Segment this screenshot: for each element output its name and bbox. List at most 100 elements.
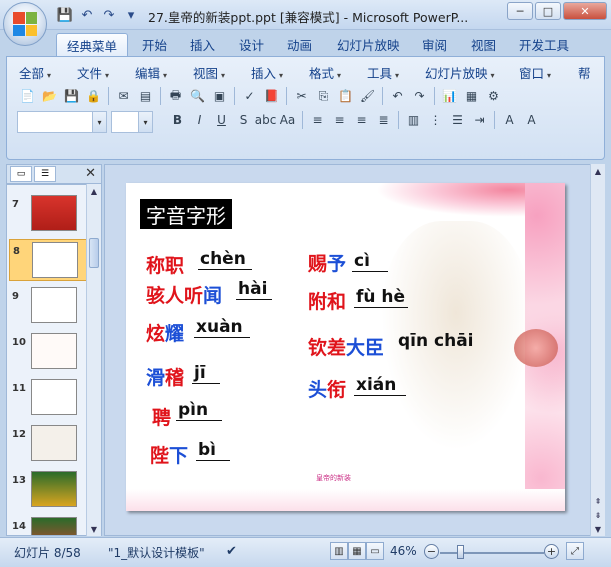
slideshow-view-icon[interactable]: ▭ — [366, 542, 384, 560]
align-center-icon[interactable]: ≡ — [329, 110, 350, 131]
close-icon[interactable]: ✕ — [85, 166, 96, 181]
bullets-icon[interactable]: ☰ — [447, 110, 468, 131]
change-case-icon[interactable]: Aa — [277, 110, 298, 131]
cut-icon[interactable]: ✂ — [291, 86, 312, 107]
undo-icon[interactable]: ↶ — [78, 6, 96, 24]
slides-tab[interactable]: ▭ — [10, 166, 32, 182]
save-icon[interactable]: 💾 — [61, 86, 82, 107]
scroll-down-icon[interactable]: ▼ — [87, 522, 101, 536]
menu-format[interactable]: 格式 ▾ — [309, 63, 341, 82]
underline-icon[interactable]: U — [211, 110, 232, 131]
separator — [434, 87, 435, 105]
menu-window[interactable]: 窗口 ▾ — [519, 63, 551, 82]
menu-file[interactable]: 文件 ▾ — [77, 63, 109, 82]
zoom-level[interactable]: 46% — [390, 544, 417, 558]
scroll-down-icon[interactable]: ▼ — [591, 522, 605, 536]
chevron-down-icon[interactable]: ▾ — [138, 112, 152, 132]
tab-review[interactable]: 审阅 — [412, 33, 457, 56]
italic-icon[interactable]: I — [189, 110, 210, 131]
next-slide-icon[interactable]: ⇟ — [591, 508, 605, 522]
scroll-thumb[interactable] — [89, 238, 99, 268]
align-left-icon[interactable]: ≡ — [307, 110, 328, 131]
slide-thumbnail[interactable]: 13 — [9, 469, 87, 511]
save-icon[interactable]: 💾 — [56, 6, 74, 24]
slide-canvas[interactable]: 字音字形 称职 chèn 骇人听闻 hài 炫耀 xuàn 滑稽 jī 聘 pì… — [126, 183, 565, 511]
research-icon[interactable]: ▣ — [209, 86, 230, 107]
normal-view-icon[interactable]: ▥ — [330, 542, 348, 560]
indent-icon[interactable]: ⇥ — [469, 110, 490, 131]
shadow-icon[interactable]: S — [233, 110, 254, 131]
redo-icon[interactable]: ↷ — [100, 6, 118, 24]
tab-design[interactable]: 设计 — [229, 33, 274, 56]
paste-icon[interactable]: 📋 — [335, 86, 356, 107]
slide-thumbnail-selected[interactable]: 8 — [9, 239, 87, 281]
zoom-in-button[interactable]: + — [544, 544, 559, 559]
slide-sorter-icon[interactable]: ▦ — [348, 542, 366, 560]
outline-tab[interactable]: ☰ — [34, 166, 56, 182]
strikethrough-icon[interactable]: abc — [255, 110, 277, 131]
menu-all[interactable]: 全部 ▾ — [19, 63, 51, 82]
tab-insert[interactable]: 插入 — [180, 33, 225, 56]
format-painter-icon[interactable]: 🖌 — [357, 86, 378, 107]
scroll-up-icon[interactable]: ▲ — [591, 164, 605, 178]
new-icon[interactable]: 📄 — [17, 86, 38, 107]
spelling-icon[interactable]: ✓ — [239, 86, 260, 107]
scroll-up-icon[interactable]: ▲ — [87, 184, 101, 198]
font-size-combo[interactable]: ▾ — [111, 111, 153, 133]
fit-to-window-icon[interactable]: ⤢ — [566, 542, 584, 560]
pdf-icon[interactable]: ▤ — [135, 86, 156, 107]
thumbnail-scrollbar[interactable]: ▲ ▼ — [86, 184, 101, 536]
permission-icon[interactable]: 🔒 — [83, 86, 104, 107]
columns-icon[interactable]: ▥ — [403, 110, 424, 131]
font-color-icon[interactable]: A — [499, 110, 520, 131]
email-icon[interactable]: ✉ — [113, 86, 134, 107]
tab-home[interactable]: 开始 — [132, 33, 177, 56]
menu-edit[interactable]: 编辑 ▾ — [135, 63, 167, 82]
office-button[interactable] — [3, 2, 47, 46]
zoom-out-button[interactable]: − — [424, 544, 439, 559]
slide-thumbnail[interactable]: 11 — [9, 377, 87, 419]
tab-developer[interactable]: 开发工具 — [509, 33, 579, 56]
slide-thumbnail[interactable]: 7 — [9, 193, 87, 235]
tab-view[interactable]: 视图 — [461, 33, 506, 56]
table-icon[interactable]: ▦ — [461, 86, 482, 107]
help-icon[interactable]: ⚙ — [483, 86, 504, 107]
print-preview-icon[interactable]: 🔍 — [187, 86, 208, 107]
chart-icon[interactable]: 📊 — [439, 86, 460, 107]
slide-thumbnail[interactable]: 12 — [9, 423, 87, 465]
editor-scrollbar[interactable]: ▲ ⇞ ⇟ ▼ — [590, 164, 605, 536]
numbering-icon[interactable]: ⋮ — [425, 110, 446, 131]
copy-icon[interactable]: ⎘ — [313, 86, 334, 107]
maximize-button[interactable]: □ — [535, 2, 561, 20]
word-part: 稽 — [165, 367, 185, 389]
previous-slide-icon[interactable]: ⇞ — [591, 494, 605, 508]
qat-more-icon[interactable]: ▾ — [122, 6, 140, 24]
research-book-icon[interactable]: 📕 — [261, 86, 282, 107]
menu-insert[interactable]: 插入 ▾ — [251, 63, 283, 82]
spelling-status-icon[interactable]: ✔ — [226, 544, 237, 559]
align-right-icon[interactable]: ≡ — [351, 110, 372, 131]
grow-font-icon[interactable]: A — [521, 110, 542, 131]
chevron-down-icon[interactable]: ▾ — [92, 112, 106, 132]
font-name-combo[interactable]: ▾ — [17, 111, 107, 133]
print-icon[interactable]: 🖶 — [165, 86, 186, 107]
redo-icon[interactable]: ↷ — [409, 86, 430, 107]
menu-view[interactable]: 视图 ▾ — [193, 63, 225, 82]
close-button[interactable]: ✕ — [563, 2, 607, 20]
tab-classic-menu[interactable]: 经典菜单 — [56, 33, 129, 56]
undo-icon[interactable]: ↶ — [387, 86, 408, 107]
tab-slideshow[interactable]: 幻灯片放映 — [327, 33, 410, 56]
menu-help[interactable]: 帮 — [578, 63, 591, 82]
zoom-slider[interactable] — [440, 552, 544, 554]
justify-icon[interactable]: ≣ — [373, 110, 394, 131]
menu-slideshow[interactable]: 幻灯片放映 ▾ — [425, 63, 495, 82]
zoom-slider-thumb[interactable] — [457, 545, 464, 559]
tab-animation[interactable]: 动画 — [277, 33, 322, 56]
slide-thumbnail[interactable]: 10 — [9, 331, 87, 373]
slide-thumbnail[interactable]: 14 — [9, 515, 87, 535]
slide-thumbnail[interactable]: 9 — [9, 285, 87, 327]
menu-tools[interactable]: 工具 ▾ — [367, 63, 399, 82]
open-icon[interactable]: 📂 — [39, 86, 60, 107]
minimize-button[interactable]: ─ — [507, 2, 533, 20]
bold-icon[interactable]: B — [167, 110, 188, 131]
